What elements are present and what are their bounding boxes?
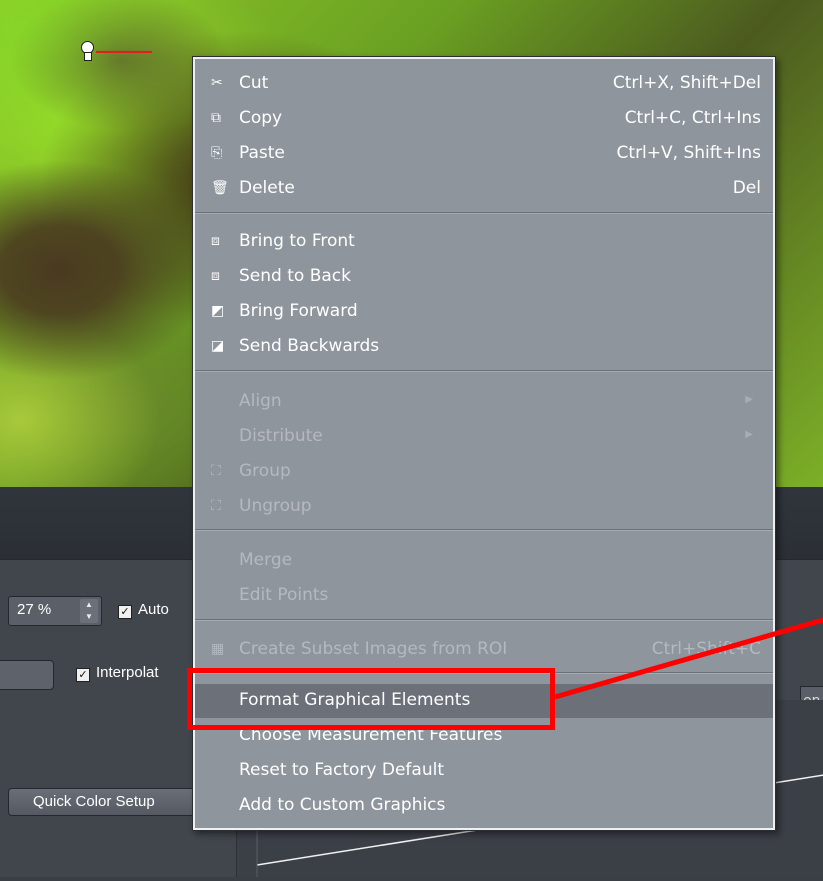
copy-icon: ⧉ [211,110,221,126]
menu-label: Paste [239,143,285,163]
submenu-arrow-icon: ▶ [745,429,753,440]
menu-item-create-subset-images[interactable]: ▦ Create Subset Images from ROI Ctrl+Shi… [195,633,773,667]
menu-shortcut: Ctrl+Shift+C [651,639,761,659]
menu-label: Add to Custom Graphics [239,795,446,815]
menu-shortcut: Ctrl+C, Ctrl+Ins [624,108,761,128]
menu-label: Send to Back [239,266,351,286]
auto-label: Auto [138,601,169,618]
menu-item-edit-points[interactable]: Edit Points [195,579,773,613]
menu-label: Reset to Factory Default [239,760,444,780]
interpolation-label: Interpolat [96,664,159,681]
menu-label: Edit Points [239,585,329,605]
menu-item-send-to-back[interactable]: ⧈ Send to Back [195,260,773,294]
menu-label: Delete [239,178,295,198]
panel-button[interactable] [0,660,54,690]
menu-separator [195,619,773,621]
menu-separator [195,212,773,214]
zoom-value: 27 % [17,601,52,618]
menu-item-cut[interactable]: ✂ Cut Ctrl+X, Shift+Del [195,67,773,101]
check-icon: ✓ [118,605,132,619]
menu-label: Create Subset Images from ROI [239,639,508,659]
paste-icon: ⎘ [211,145,223,161]
spinner-arrows-icon[interactable]: ▲ ▼ [80,599,98,623]
check-icon: ✓ [76,668,90,682]
menu-label: Ungroup [239,496,312,516]
menu-item-bring-to-front[interactable]: ⧈ Bring to Front [195,225,773,259]
auto-checkbox[interactable]: ✓ Auto [118,601,169,619]
group-icon: ⛶ [211,463,221,479]
send-backwards-icon: ◪ [211,338,225,354]
cut-icon: ✂ [211,75,223,91]
menu-shortcut: Ctrl+V, Shift+Ins [616,143,761,163]
subset-icon: ▦ [211,641,225,657]
menu-shortcut: Ctrl+X, Shift+Del [612,73,761,93]
menu-item-send-backwards[interactable]: ◪ Send Backwards [195,330,773,364]
menu-label: Group [239,461,291,481]
menu-label: Bring to Front [239,231,355,251]
menu-label: Merge [239,550,293,570]
scale-bar-label: ▬▬▬▬▬▬▬▬ [96,48,152,55]
send-to-back-icon: ⧈ [211,268,220,284]
menu-label: Cut [239,73,269,93]
menu-item-bring-forward[interactable]: ◩ Bring Forward [195,295,773,329]
menu-label: Copy [239,108,283,128]
menu-item-copy[interactable]: ⧉ Copy Ctrl+C, Ctrl+Ins [195,102,773,136]
interpolation-checkbox[interactable]: ✓ Interpolat [76,664,159,682]
menu-item-reset-to-factory-default[interactable]: Reset to Factory Default [195,754,773,788]
bring-forward-icon: ◩ [211,303,225,319]
menu-shortcut: Del [732,178,761,198]
quick-color-setup-button[interactable]: Quick Color Setup [8,788,208,816]
trash-icon: 🗑 [211,180,229,196]
bring-to-front-icon: ⧈ [211,233,220,249]
menu-item-merge[interactable]: Merge [195,544,773,578]
zoom-spinbox[interactable]: 27 % ▲ ▼ [8,596,102,626]
annotation-highlight-box [187,668,555,730]
menu-item-distribute[interactable]: Distribute ▶ [195,420,773,454]
menu-item-add-to-custom-graphics[interactable]: Add to Custom Graphics [195,789,773,823]
menu-separator [195,529,773,531]
ungroup-icon: ⛶ [211,498,221,514]
menu-label: Bring Forward [239,301,358,321]
menu-label: Align [239,391,282,411]
menu-item-ungroup[interactable]: ⛶ Ungroup [195,490,773,524]
submenu-arrow-icon: ▶ [745,394,753,405]
menu-label: Send Backwards [239,336,380,356]
scale-bar-handle[interactable] [80,41,96,61]
menu-item-group[interactable]: ⛶ Group [195,455,773,489]
menu-separator [195,370,773,372]
menu-label: Distribute [239,426,323,446]
menu-item-paste[interactable]: ⎘ Paste Ctrl+V, Shift+Ins [195,137,773,171]
menu-item-delete[interactable]: 🗑 Delete Del [195,172,773,206]
quick-color-setup-label: Quick Color Setup [33,793,155,810]
menu-item-align[interactable]: Align ▶ [195,385,773,419]
